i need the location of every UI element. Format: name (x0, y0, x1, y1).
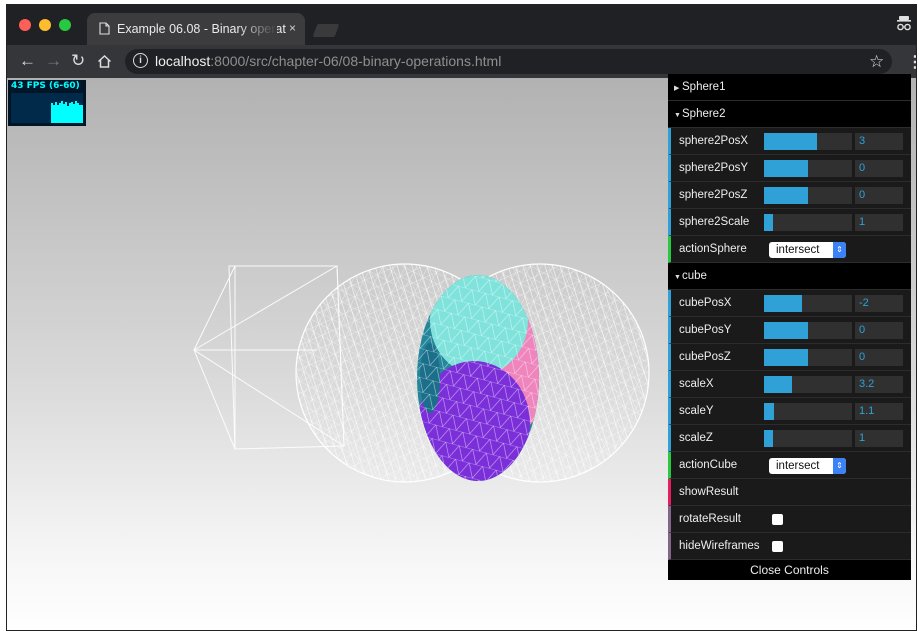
folder-sphere2[interactable]: ▼Sphere2 (668, 101, 911, 128)
slider-fill (764, 295, 802, 312)
cubePosX-value-input[interactable]: -2 (855, 295, 903, 312)
slider-fill (764, 376, 792, 393)
scaleY-slider[interactable] (764, 403, 852, 420)
slider-label: sphere2PosZ (679, 189, 748, 201)
reload-icon[interactable]: ↻ (71, 51, 85, 71)
sphere2PosY-value-input[interactable]: 0 (855, 160, 903, 177)
scaleZ-slider[interactable] (764, 430, 852, 447)
slider-row-cubePosZ: cubePosZ 0 (668, 344, 911, 371)
hide-wireframes-checkbox[interactable] (772, 541, 783, 552)
folder-cube[interactable]: ▼cube (668, 263, 911, 290)
fps-graph (11, 93, 83, 123)
slider-fill (764, 403, 774, 420)
select-arrows-icon: ⇕ (833, 242, 846, 258)
slider-fill (764, 322, 808, 339)
scaleZ-value-input[interactable]: 1 (855, 430, 903, 447)
cubePosZ-slider[interactable] (764, 349, 852, 366)
select-arrows-icon: ⇕ (833, 458, 846, 474)
slider-fill (764, 214, 773, 231)
browser-menu-icon[interactable]: ⋮ (907, 52, 916, 72)
rotate-result-row: rotateResult (668, 506, 911, 533)
rotate-result-checkbox[interactable] (772, 514, 783, 525)
triangle-right-icon: ▶ (674, 85, 680, 92)
sphere2PosZ-slider[interactable] (764, 187, 852, 204)
slider-fill (764, 160, 808, 177)
slider-row-sphere2PosY: sphere2PosY 0 (668, 155, 911, 182)
address-bar[interactable]: i localhost:8000/src/chapter-06/08-binar… (125, 49, 892, 74)
triangle-down-icon: ▼ (674, 112, 681, 119)
action-cube-row: actionCube intersect ⇕ (668, 452, 911, 479)
slider-fill (764, 349, 808, 366)
sphere2PosY-slider[interactable] (764, 160, 852, 177)
triangle-down-icon: ▼ (674, 274, 681, 281)
slider-row-cubePosX: cubePosX -2 (668, 290, 911, 317)
slider-label: sphere2PosX (679, 135, 749, 147)
zoom-window-button[interactable] (59, 19, 71, 31)
home-icon[interactable] (97, 54, 112, 69)
sphere2PosX-value-input[interactable]: 3 (855, 133, 903, 150)
show-result-button[interactable]: showResult (668, 479, 911, 506)
scaleX-slider[interactable] (764, 376, 852, 393)
slider-row-sphere2PosZ: sphere2PosZ 0 (668, 182, 911, 209)
address-url[interactable]: localhost:8000/src/chapter-06/08-binary-… (155, 53, 501, 69)
slider-row-sphere2PosX: sphere2PosX 3 (668, 128, 911, 155)
slider-row-scaleZ: scaleZ 1 (668, 425, 911, 452)
back-arrow-icon[interactable]: ← (19, 51, 36, 71)
sphere2Scale-slider[interactable] (764, 214, 852, 231)
slider-row-sphere2Scale: sphere2Scale 1 (668, 209, 911, 236)
scaleY-value-input[interactable]: 1.1 (855, 403, 903, 420)
fps-stats-panel[interactable]: 43 FPS (6-60) (8, 80, 86, 126)
new-tab-button[interactable] (312, 24, 340, 37)
slider-fill (764, 430, 773, 447)
bookmark-star-icon[interactable]: ☆ (869, 52, 884, 72)
close-controls-button[interactable]: Close Controls (668, 560, 911, 580)
slider-fill (764, 133, 817, 150)
slider-label: sphere2Scale (679, 216, 750, 228)
minimize-window-button[interactable] (39, 19, 51, 31)
slider-row-scaleY: scaleY 1.1 (668, 398, 911, 425)
slider-label: cubePosX (679, 297, 732, 309)
slider-label: cubePosZ (679, 351, 731, 363)
slider-row-cubePosY: cubePosY 0 (668, 317, 911, 344)
fps-readout: 43 FPS (6-60) (11, 81, 80, 91)
sphere2PosZ-value-input[interactable]: 0 (855, 187, 903, 204)
forward-arrow-icon[interactable]: → (45, 51, 62, 71)
scaleX-value-input[interactable]: 3.2 (855, 376, 903, 393)
cubePosY-slider[interactable] (764, 322, 852, 339)
sphere2PosX-slider[interactable] (764, 133, 852, 150)
slider-label: sphere2PosY (679, 162, 749, 174)
cubePosZ-value-input[interactable]: 0 (855, 349, 903, 366)
slider-label: scaleZ (679, 432, 713, 444)
controls-panel: ▶ Sphere1 ▼Sphere2 sphere2PosX 3 sphere2Pos… (668, 74, 911, 580)
action-sphere-row: actionSphere intersect ⇕ (668, 236, 911, 263)
cubePosY-value-input[interactable]: 0 (855, 322, 903, 339)
slider-label: cubePosY (679, 324, 732, 336)
close-window-button[interactable] (19, 19, 31, 31)
folder-sphere1[interactable]: ▶ Sphere1 (668, 74, 911, 101)
sphere2Scale-value-input[interactable]: 1 (855, 214, 903, 231)
slider-label: scaleY (679, 405, 714, 417)
action-cube-select[interactable]: intersect ⇕ (769, 458, 846, 474)
tab-close-icon[interactable]: × (289, 21, 296, 35)
hide-wireframes-row: hideWireframes (668, 533, 911, 560)
tab-strip: Example 06.08 - Binary operat × (7, 5, 916, 45)
page-icon (99, 22, 110, 35)
action-sphere-select[interactable]: intersect ⇕ (769, 242, 846, 258)
info-icon[interactable]: i (133, 53, 148, 68)
slider-fill (764, 187, 808, 204)
cubePosX-slider[interactable] (764, 295, 852, 312)
slider-row-scaleX: scaleX 3.2 (668, 371, 911, 398)
slider-label: scaleX (679, 378, 714, 390)
tab-example-06-08[interactable]: Example 06.08 - Binary operat × (87, 13, 305, 45)
incognito-icon (897, 16, 911, 31)
